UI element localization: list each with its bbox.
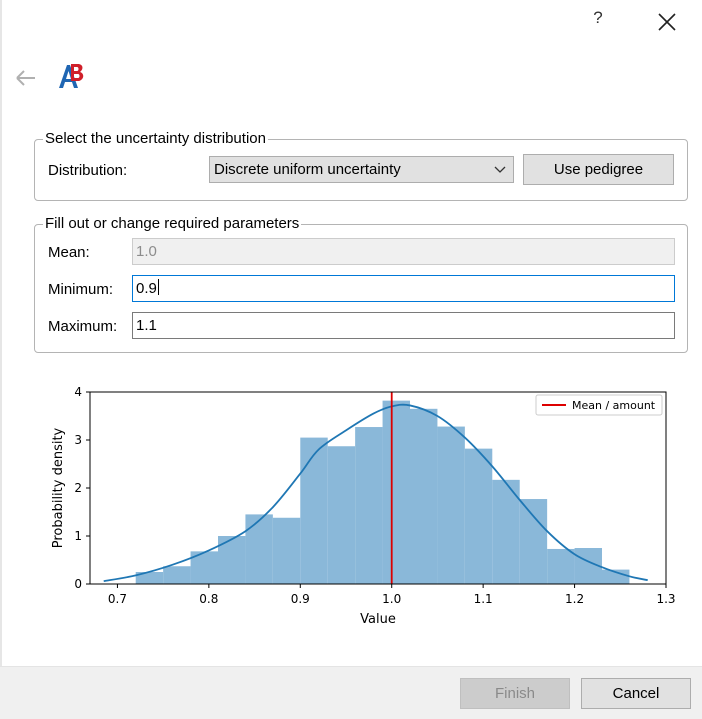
histogram-bar (382, 400, 410, 584)
app-logo-icon (59, 64, 84, 88)
close-icon[interactable] (655, 10, 679, 34)
histogram-bar (163, 566, 191, 584)
histogram-bar (410, 408, 438, 584)
y-tick-label: 2 (74, 481, 82, 495)
histogram-bar (547, 548, 575, 584)
x-tick-label: 0.8 (199, 592, 218, 606)
distribution-select[interactable]: Discrete uniform uncertainty (209, 156, 514, 183)
distribution-chart: 0.7 0.8 0.9 1.0 1.1 1.2 1.3 0 1 2 3 4 Value Probab… (51, 385, 676, 627)
histogram-bars (135, 400, 630, 584)
cancel-button[interactable]: Cancel (581, 678, 691, 709)
x-axis-ticks: 0.7 0.8 0.9 1.0 1.1 1.2 1.3 (108, 584, 676, 606)
maximum-label: Maximum: (48, 318, 118, 335)
parameters-group: Fill out or change required parameters M… (34, 215, 688, 353)
distribution-select-value: Discrete uniform uncertainty (214, 161, 401, 178)
x-tick-label: 1.0 (382, 592, 401, 606)
distribution-group: Select the uncertainty distribution Dist… (34, 130, 688, 201)
distribution-label: Distribution: (48, 162, 128, 179)
histogram-bar (519, 499, 548, 584)
minimum-field[interactable]: 0.9 (132, 275, 675, 302)
back-arrow-icon[interactable] (14, 66, 38, 90)
use-pedigree-button[interactable]: Use pedigree (523, 154, 674, 185)
text-caret (157, 279, 159, 295)
bottom-button-bar: Finish Cancel (0, 666, 702, 719)
x-tick-label: 1.2 (565, 592, 584, 606)
minimum-label: Minimum: (48, 281, 114, 298)
y-tick-label: 1 (74, 529, 82, 543)
x-tick-label: 1.1 (474, 592, 493, 606)
y-axis-label: Probability density (51, 427, 66, 548)
histogram-bar (355, 427, 383, 584)
x-axis-label: Value (360, 612, 396, 627)
y-axis-ticks: 0 1 2 3 4 (74, 385, 90, 591)
legend-label: Mean / amount (572, 399, 656, 412)
x-tick-label: 0.7 (108, 592, 127, 606)
y-tick-label: 0 (74, 577, 82, 591)
parameters-group-title: Fill out or change required parameters (43, 215, 302, 233)
legend: Mean / amount (535, 394, 663, 416)
maximum-field[interactable]: 1.1 (132, 312, 675, 339)
help-button[interactable]: ? (589, 8, 607, 32)
histogram-bar (300, 437, 328, 584)
histogram-bar (245, 514, 273, 584)
histogram-bar (464, 448, 493, 584)
x-tick-label: 1.3 (656, 592, 675, 606)
histogram-bar (327, 446, 356, 584)
histogram-bar (437, 426, 465, 584)
distribution-group-title: Select the uncertainty distribution (43, 130, 268, 148)
mean-field: 1.0 (132, 238, 675, 265)
histogram-bar (272, 517, 301, 584)
mean-label: Mean: (48, 244, 90, 261)
y-tick-label: 3 (74, 433, 82, 447)
finish-button[interactable]: Finish (460, 678, 570, 709)
minimum-field-value: 0.9 (136, 280, 157, 297)
x-tick-label: 0.9 (291, 592, 310, 606)
chevron-down-icon (494, 166, 506, 173)
y-tick-label: 4 (74, 385, 82, 399)
